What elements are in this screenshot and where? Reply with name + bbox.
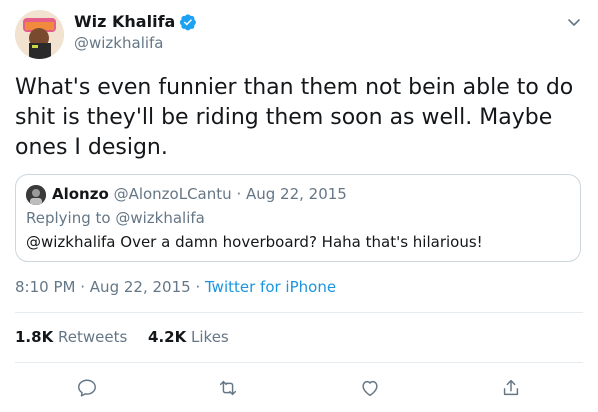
tweet-date[interactable]: Aug 22, 2015 (90, 278, 191, 296)
replying-prefix: Replying to (26, 209, 111, 227)
timestamp-separator: · (80, 278, 86, 296)
quoted-header: Alonzo @AlonzoLCantu · Aug 22, 2015 (52, 184, 347, 204)
author-name[interactable]: Wiz Khalifa (74, 12, 197, 32)
likes-count: 4.2K (148, 328, 187, 346)
likes-stat[interactable]: 4.2K Likes (148, 328, 245, 346)
retweet-icon (219, 380, 237, 396)
timestamp-separator-2: · (195, 278, 201, 296)
quoted-handle: @AlonzoLCantu (113, 185, 232, 203)
tweet-text: What's even funnier than them not bein a… (15, 75, 581, 160)
share-icon (503, 379, 519, 396)
quoted-separator: · (236, 185, 242, 203)
tweet-source-link[interactable]: Twitter for iPhone (205, 278, 336, 296)
quoted-date: Aug 22, 2015 (246, 185, 347, 203)
retweets-stat[interactable]: 1.8K Retweets (15, 328, 148, 346)
author-handle[interactable]: @wizkhalifa (74, 33, 164, 53)
quoted-replying-to: Replying to @wizkhalifa (26, 208, 205, 228)
verified-badge-icon (179, 13, 197, 31)
share-button[interactable] (500, 377, 522, 399)
tweet-timestamp: 8:10 PM · Aug 22, 2015 · Twitter for iPh… (15, 277, 336, 297)
like-button[interactable] (359, 377, 381, 399)
divider (15, 312, 583, 313)
retweets-label: Retweets (57, 328, 128, 346)
reply-button[interactable] (76, 377, 98, 399)
tweet-time[interactable]: 8:10 PM (15, 278, 75, 296)
chevron-down-icon[interactable] (566, 14, 582, 30)
quoted-tweet[interactable]: Alonzo @AlonzoLCantu · Aug 22, 2015 Repl… (15, 174, 581, 262)
tweet-stats: 1.8K Retweets 4.2K Likes (15, 327, 245, 347)
quoted-avatar (26, 185, 46, 205)
retweets-count: 1.8K (15, 328, 54, 346)
like-icon (362, 380, 378, 397)
quoted-name: Alonzo (52, 185, 109, 203)
divider (15, 362, 583, 363)
replying-handle: @wizkhalifa (115, 209, 205, 227)
avatar-image (15, 10, 64, 59)
likes-label: Likes (191, 328, 229, 346)
avatar[interactable] (15, 10, 64, 59)
retweet-button[interactable] (217, 377, 239, 399)
reply-icon (78, 379, 96, 397)
quoted-text: @wizkhalifa Over a damn hoverboard? Haha… (26, 233, 483, 251)
author-name-text[interactable]: Wiz Khalifa (74, 12, 175, 32)
